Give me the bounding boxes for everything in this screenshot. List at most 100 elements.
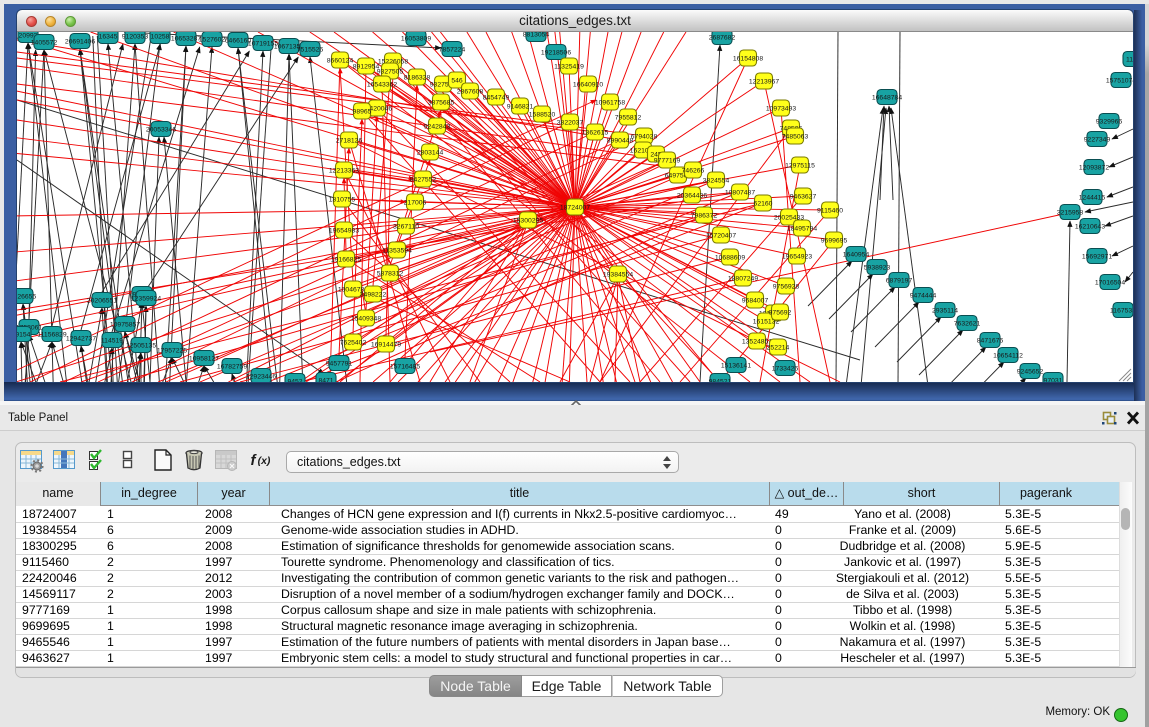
svg-text:8471676: 8471676 (977, 337, 1004, 344)
svg-text:15692971: 15692971 (1082, 253, 1112, 260)
svg-text:16154808: 16154808 (733, 55, 763, 62)
svg-text:f: f (251, 452, 258, 469)
svg-text:10688609: 10688609 (715, 254, 745, 261)
svg-text:3498222: 3498222 (360, 291, 387, 298)
svg-text:2687682: 2687682 (709, 34, 736, 41)
svg-text:546: 546 (451, 77, 463, 84)
svg-text:8813054: 8813054 (523, 32, 550, 38)
svg-text:9457791: 9457791 (326, 360, 353, 367)
svg-text:1588520: 1588520 (529, 111, 556, 118)
svg-text:12505135: 12505135 (126, 342, 156, 349)
svg-text:5878312: 5878312 (377, 270, 404, 277)
svg-text:9777169: 9777169 (654, 157, 681, 164)
svg-text:8990448: 8990448 (607, 137, 634, 144)
svg-text:3822037: 3822037 (557, 119, 584, 126)
svg-text:16053809: 16053809 (401, 35, 431, 42)
svg-text:114519: 114519 (101, 337, 123, 344)
svg-text:16648784: 16648784 (872, 94, 902, 101)
svg-text:3215958: 3215958 (1057, 209, 1084, 216)
svg-text:9463627: 9463627 (790, 193, 817, 200)
svg-text:1527602: 1527602 (199, 36, 226, 43)
svg-text:12093872: 12093872 (1079, 164, 1109, 171)
svg-text:16914479: 16914479 (371, 341, 401, 348)
svg-text:11353594: 11353594 (382, 247, 412, 254)
svg-text:1112: 1112 (1126, 56, 1133, 63)
svg-text:11156829: 11156829 (37, 331, 66, 338)
svg-text:8427552: 8427552 (410, 176, 437, 183)
svg-text:6879197: 6879197 (886, 277, 913, 284)
svg-text:10807487: 10807487 (725, 189, 755, 196)
svg-text:252214: 252214 (767, 344, 790, 351)
svg-text:7625402: 7625402 (340, 339, 367, 346)
svg-text:1362615: 1362615 (582, 129, 609, 136)
svg-text:9756928: 9756928 (773, 283, 800, 290)
svg-text:17957225: 17957225 (157, 347, 187, 354)
svg-text:9329966: 9329966 (1096, 118, 1123, 125)
svg-text:12942737: 12942737 (66, 335, 96, 342)
svg-text:10961758: 10961758 (595, 99, 625, 106)
svg-text:9120353: 9120353 (122, 33, 149, 40)
svg-text:12213967: 12213967 (749, 78, 779, 85)
svg-text:19166825: 19166825 (331, 256, 361, 263)
svg-text:5938923: 5938923 (864, 264, 891, 271)
svg-text:8912954: 8912954 (353, 63, 380, 70)
svg-text:15136141: 15136141 (721, 362, 751, 369)
svg-text:20364436: 20364436 (677, 192, 707, 199)
svg-text:98965: 98965 (353, 108, 372, 115)
svg-text:2935114: 2935114 (932, 307, 958, 314)
svg-text:7986372: 7986372 (691, 212, 718, 219)
svg-text:1167533: 1167533 (1110, 307, 1133, 314)
svg-text:19654983: 19654983 (329, 227, 359, 234)
svg-text:18807249: 18807249 (728, 275, 758, 282)
svg-text:10975857: 10975857 (110, 321, 140, 328)
svg-text:20206551: 20206551 (87, 297, 117, 304)
svg-text:18724007: 18724007 (560, 204, 590, 211)
svg-text:62160: 62160 (754, 200, 773, 207)
svg-text:19384554: 19384554 (603, 271, 633, 278)
svg-text:9474444: 9474444 (910, 292, 937, 299)
svg-text:3875685: 3875685 (428, 99, 455, 106)
svg-text:17016504: 17016504 (1095, 279, 1125, 286)
svg-text:9699695: 9699695 (821, 237, 848, 244)
svg-text:11325419: 11325419 (554, 63, 584, 70)
svg-text:8471: 8471 (318, 377, 333, 382)
svg-text:12213363: 12213363 (329, 167, 359, 174)
svg-text:9452: 9452 (287, 378, 302, 382)
svg-text:9245652: 9245652 (1017, 368, 1044, 375)
svg-text:8186328: 8186328 (404, 74, 431, 81)
svg-text:8660124: 8660124 (327, 57, 354, 64)
svg-text:19218506: 19218506 (541, 49, 571, 56)
svg-text:984521: 984521 (709, 378, 732, 382)
svg-text:9227349: 9227349 (1084, 136, 1111, 143)
svg-text:975692: 975692 (769, 309, 792, 316)
svg-text:7955812: 7955812 (615, 114, 642, 121)
svg-text:7515526: 7515526 (297, 46, 324, 53)
svg-text:16345: 16345 (99, 33, 118, 40)
svg-text:6794028: 6794028 (631, 133, 658, 140)
svg-text:15716485: 15716485 (390, 363, 420, 370)
svg-text:9684007: 9684007 (742, 297, 769, 304)
svg-text:7632621: 7632621 (954, 320, 981, 327)
svg-text:15300295: 15300295 (513, 217, 543, 224)
svg-text:9146821: 9146821 (507, 103, 534, 110)
svg-text:12975115: 12975115 (785, 162, 815, 169)
svg-text:16210643: 16210643 (1075, 223, 1105, 230)
svg-text:9115460: 9115460 (817, 207, 843, 214)
svg-text:1244415: 1244415 (1079, 194, 1106, 201)
svg-text:10258: 10258 (151, 33, 170, 40)
svg-text:9327505: 9327505 (377, 68, 404, 75)
svg-text:39154: 39154 (17, 331, 31, 338)
svg-text:15409348: 15409348 (351, 315, 381, 322)
svg-text:12923446: 12923446 (246, 373, 276, 380)
svg-text:10654112: 10654112 (993, 352, 1023, 359)
svg-text:16782759: 16782759 (217, 363, 247, 370)
svg-text:18495794: 18495794 (787, 225, 817, 232)
svg-text:10973493: 10973493 (766, 105, 796, 112)
svg-text:3824554: 3824554 (703, 177, 730, 184)
svg-text:10958127: 10958127 (189, 355, 219, 362)
svg-text:10653287: 10653287 (171, 35, 201, 42)
svg-text:(x): (x) (258, 455, 270, 467)
svg-text:19654923: 19654923 (782, 253, 812, 260)
svg-text:20691406: 20691406 (65, 38, 95, 45)
svg-text:12359924: 12359924 (131, 295, 161, 302)
